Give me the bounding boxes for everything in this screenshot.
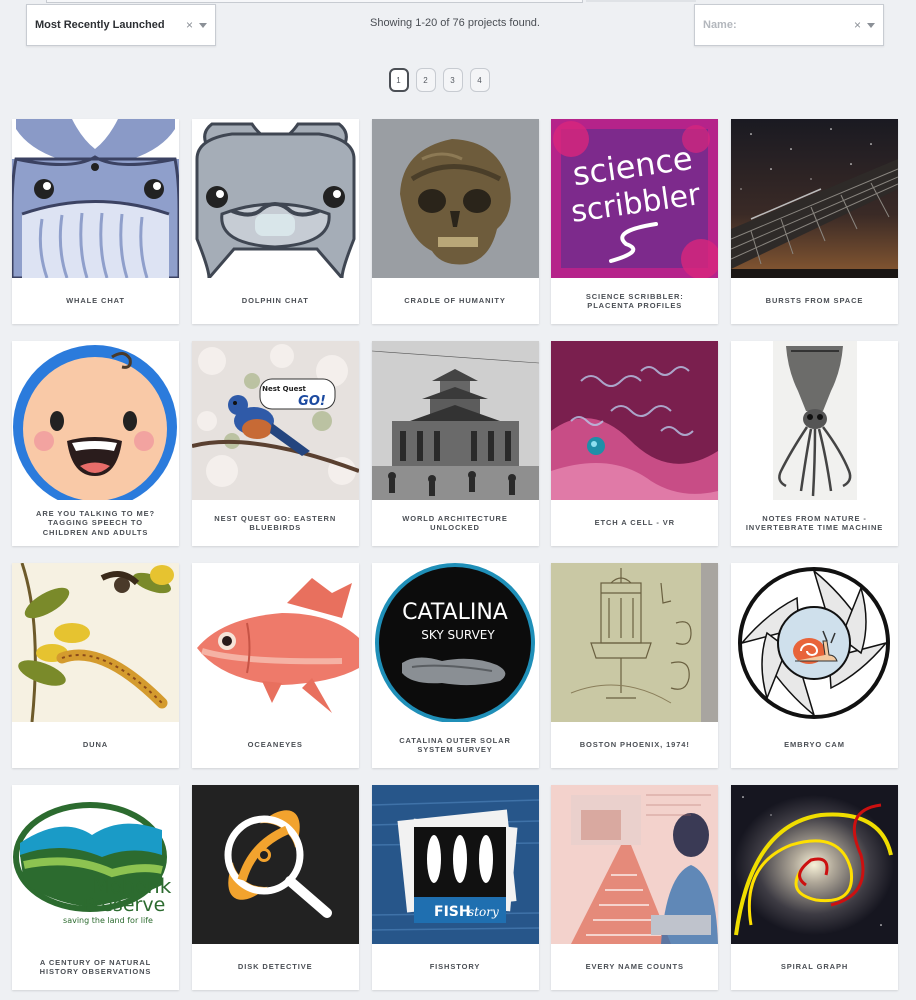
pagination: 1 2 3 4 — [0, 68, 916, 92]
project-card[interactable]: ETCH A CELL - VR — [551, 341, 719, 546]
project-title[interactable]: DUNA — [12, 722, 179, 768]
project-card[interactable]: FISH story FISHSTORY — [371, 785, 539, 990]
logo-line-2: Preserve — [83, 894, 166, 916]
project-grid: WHALE CHAT DOLPHIN CHAT CRADLE OF HUMANI… — [12, 119, 898, 990]
red-fish-illustration — [191, 563, 359, 722]
skull-photo — [371, 119, 539, 278]
whale-icon — [12, 119, 179, 278]
project-title[interactable]: FISHSTORY — [372, 944, 539, 990]
mohonk-logo: Mohonk Preserve saving the land for life — [12, 785, 179, 944]
logo-line-1: CATALINA — [402, 600, 508, 625]
project-card[interactable]: ARE YOU TALKING TO ME? TAGGING SPEECH TO… — [12, 341, 179, 546]
name-filter-select[interactable]: Name: × — [694, 4, 884, 46]
project-card[interactable]: WORLD ARCHITECTURE UNLOCKED — [371, 341, 539, 546]
project-title[interactable]: SCIENCE SCRIBBLER: PLACENTA PROFILES — [551, 278, 718, 324]
project-card[interactable]: SPIRAL GRAPH — [731, 785, 898, 990]
catalina-logo: CATALINA SKY SURVEY — [371, 563, 539, 722]
project-card[interactable]: OCEANEYES — [191, 563, 359, 768]
project-title[interactable]: DOLPHIN CHAT — [192, 278, 359, 324]
project-title[interactable]: ETCH A CELL - VR — [551, 500, 718, 546]
results-count: Showing 1-20 of 76 projects found. — [369, 17, 540, 29]
project-title[interactable]: A CENTURY OF NATURAL HISTORY OBSERVATION… — [12, 944, 179, 990]
top-search-edge — [46, 0, 583, 3]
project-card[interactable]: DISK DETECTIVE — [191, 785, 359, 990]
cell-render — [551, 341, 719, 500]
project-title[interactable]: EMBRYO CAM — [731, 722, 898, 768]
project-title[interactable]: EVERY NAME COUNTS — [551, 944, 718, 990]
caterpillar-illustration — [12, 563, 179, 722]
project-card[interactable]: EMBRYO CAM — [731, 563, 898, 768]
snail-camera-icon — [731, 563, 898, 722]
top-divider — [586, 0, 696, 2]
project-title[interactable]: SPIRAL GRAPH — [731, 944, 898, 990]
logo-line-3: saving the land for life — [63, 916, 153, 925]
project-title[interactable]: WORLD ARCHITECTURE UNLOCKED — [372, 500, 539, 546]
galaxy-photo — [731, 785, 898, 944]
project-title[interactable]: ARE YOU TALKING TO ME? TAGGING SPEECH TO… — [12, 500, 179, 546]
project-title[interactable]: DISK DETECTIVE — [192, 944, 359, 990]
chevron-down-icon[interactable] — [199, 22, 207, 28]
project-card[interactable]: DOLPHIN CHAT — [191, 119, 359, 324]
project-card[interactable]: BURSTS FROM SPACE — [731, 119, 898, 324]
radio-telescope-photo — [731, 119, 898, 278]
sort-clear-icon[interactable]: × — [186, 18, 193, 32]
project-title[interactable]: BURSTS FROM SPACE — [731, 278, 898, 324]
badge-line-2: GO! — [298, 394, 326, 409]
fishstory-logo: FISH story — [371, 785, 539, 944]
page-button-1[interactable]: 1 — [388, 68, 409, 92]
name-filter-placeholder: Name: — [703, 19, 737, 31]
name-clear-icon[interactable]: × — [854, 18, 861, 32]
squid-illustration — [731, 341, 898, 500]
page-button-3[interactable]: 3 — [442, 68, 463, 92]
project-card[interactable]: Nest Quest GO! NEST QUEST GO: EASTERN BL… — [191, 341, 359, 546]
baby-face-icon — [12, 341, 179, 500]
project-card[interactable]: Mohonk Preserve saving the land for life… — [12, 785, 179, 990]
lamp-illustration — [551, 563, 719, 722]
pagoda-photo — [371, 341, 539, 500]
project-title[interactable]: NOTES FROM NATURE - INVERTEBRATE TIME MA… — [731, 500, 898, 546]
sort-select-value: Most Recently Launched — [35, 19, 165, 31]
project-title[interactable]: CATALINA OUTER SOLAR SYSTEM SURVEY — [372, 722, 539, 768]
project-title[interactable]: NEST QUEST GO: EASTERN BLUEBIRDS — [192, 500, 359, 546]
badge-line-1: Nest Quest — [262, 385, 306, 393]
project-card[interactable]: DUNA — [12, 563, 179, 768]
project-title[interactable]: OCEANEYES — [192, 722, 359, 768]
logo-line-1: FISH — [434, 904, 471, 920]
logo-line-2: story — [468, 905, 499, 919]
logo-line-2: SKY SURVEY — [421, 628, 495, 642]
chevron-down-icon[interactable] — [867, 22, 875, 28]
project-card[interactable]: EVERY NAME COUNTS — [551, 785, 719, 990]
project-card[interactable]: BOSTON PHOENIX, 1974! — [551, 563, 719, 768]
project-card[interactable]: CRADLE OF HUMANITY — [371, 119, 539, 324]
project-title[interactable]: CRADLE OF HUMANITY — [372, 278, 539, 324]
project-title[interactable]: WHALE CHAT — [12, 278, 179, 324]
science-scribbler-logo: science scribbler — [551, 119, 719, 278]
project-card[interactable]: NOTES FROM NATURE - INVERTEBRATE TIME MA… — [731, 341, 898, 546]
project-card[interactable]: CATALINA SKY SURVEY CATALINA OUTER SOLAR… — [371, 563, 539, 768]
page-button-2[interactable]: 2 — [415, 68, 436, 92]
sort-select[interactable]: Most Recently Launched × — [26, 4, 216, 46]
project-title[interactable]: BOSTON PHOENIX, 1974! — [551, 722, 718, 768]
project-card[interactable]: science scribbler SCIENCE SCRIBBLER: PLA… — [551, 119, 719, 324]
bluebird-photo: Nest Quest GO! — [191, 341, 359, 500]
project-card[interactable]: WHALE CHAT — [12, 119, 179, 324]
page-button-4[interactable]: 4 — [469, 68, 490, 92]
dolphin-icon — [191, 119, 359, 278]
magnifier-disk-icon — [191, 785, 359, 944]
archive-collage — [551, 785, 719, 944]
